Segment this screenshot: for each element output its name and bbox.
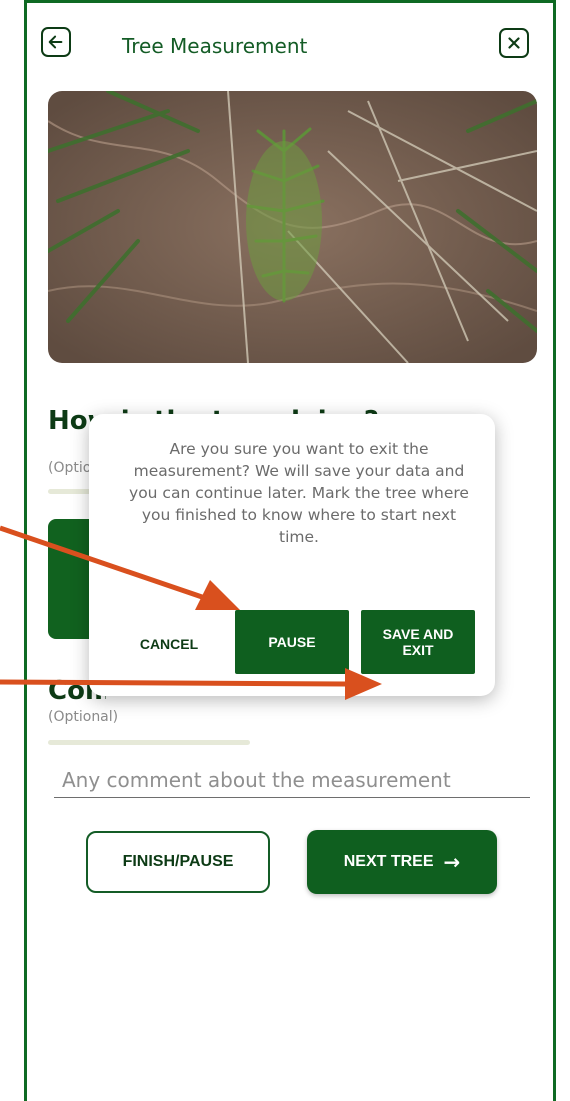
next-tree-label: NEXT TREE xyxy=(343,853,434,870)
page-title: Tree Measurement xyxy=(122,34,308,58)
save-and-exit-label: SAVE AND EXIT xyxy=(382,626,454,658)
tree-photo xyxy=(48,91,537,363)
next-tree-button[interactable]: NEXT TREE → xyxy=(307,830,497,894)
exit-confirm-dialog: Are you sure you want to exit the measur… xyxy=(89,414,495,696)
back-button[interactable] xyxy=(41,27,71,57)
finish-pause-button[interactable]: FINISH/PAUSE xyxy=(86,831,270,893)
finish-pause-label: FINISH/PAUSE xyxy=(122,853,234,870)
close-button[interactable] xyxy=(499,28,529,58)
comments-optional-label: (Optional) xyxy=(48,709,119,725)
comments-progress-bar xyxy=(48,740,250,745)
cancel-label: CANCEL xyxy=(139,636,199,652)
arrow-right-icon: → xyxy=(443,850,461,874)
pause-label: PAUSE xyxy=(268,634,316,650)
save-and-exit-button[interactable]: SAVE AND EXIT xyxy=(361,610,475,674)
pause-button[interactable]: PAUSE xyxy=(235,610,349,674)
close-icon xyxy=(508,37,520,49)
dialog-message: Are you sure you want to exit the measur… xyxy=(129,440,469,546)
arrow-left-icon xyxy=(48,35,63,49)
cancel-button[interactable]: CANCEL xyxy=(119,629,219,659)
comment-input[interactable] xyxy=(54,762,530,798)
